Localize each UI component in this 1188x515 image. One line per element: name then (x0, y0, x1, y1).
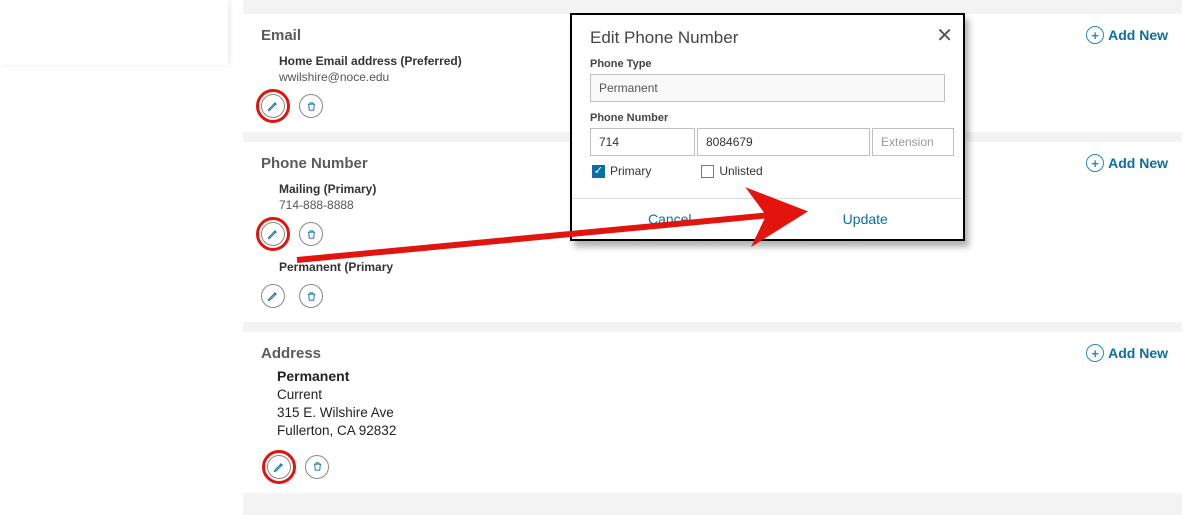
edit-phone-1-button[interactable] (261, 222, 285, 246)
edit-email-button[interactable] (261, 94, 285, 118)
trash-icon (312, 460, 323, 473)
add-new-label: Add New (1108, 345, 1168, 361)
phone-area-input[interactable] (590, 128, 695, 156)
phone-type-label: Phone Type (590, 58, 945, 70)
unlisted-checkbox[interactable]: Unlisted (701, 164, 762, 178)
address-line1: 315 E. Wilshire Ave (277, 404, 1164, 422)
cancel-button[interactable]: Cancel (572, 199, 768, 239)
phone-ext-input[interactable] (872, 128, 954, 156)
phone-header: Phone Number (261, 155, 368, 172)
address-label: Permanent (277, 368, 1164, 384)
update-button[interactable]: Update (768, 199, 964, 239)
edit-phone-2-button[interactable] (261, 284, 285, 308)
address-status: Current (277, 386, 1164, 404)
delete-address-button[interactable] (305, 455, 329, 479)
primary-label: Primary (610, 164, 651, 178)
checkbox-checked-icon: ✓ (592, 165, 605, 178)
phone-entry-2-title: Permanent (Primary (279, 260, 1164, 274)
delete-phone-1-button[interactable] (299, 222, 323, 246)
plus-icon: + (1086, 26, 1104, 44)
trash-icon (306, 100, 317, 113)
email-header: Email (261, 27, 301, 44)
pencil-icon (273, 461, 285, 473)
modal-close-button[interactable]: ✕ (936, 23, 953, 48)
plus-icon: + (1086, 154, 1104, 172)
checkbox-empty-icon (701, 165, 714, 178)
plus-icon: + (1086, 344, 1104, 362)
add-new-label: Add New (1108, 155, 1168, 171)
pencil-icon (267, 290, 279, 302)
trash-icon (306, 228, 317, 241)
phone-number-label: Phone Number (590, 112, 945, 124)
edit-phone-modal: ✕ Edit Phone Number Phone Type Phone Num… (570, 13, 965, 241)
pencil-icon (267, 228, 279, 240)
add-new-phone-button[interactable]: + Add New (1086, 154, 1168, 172)
address-header: Address (261, 345, 321, 362)
phone-entry-2: Permanent (Primary (243, 260, 1182, 280)
trash-icon (306, 290, 317, 303)
unlisted-label: Unlisted (719, 164, 762, 178)
address-line2: Fullerton, CA 92832 (277, 422, 1164, 440)
edit-address-button[interactable] (267, 455, 291, 479)
phone-number-input[interactable] (697, 128, 870, 156)
delete-email-button[interactable] (299, 94, 323, 118)
address-entry: Permanent Current 315 E. Wilshire Ave Fu… (243, 368, 1182, 445)
primary-checkbox[interactable]: ✓ Primary (592, 164, 651, 178)
add-new-address-button[interactable]: + Add New (1086, 344, 1168, 362)
delete-phone-2-button[interactable] (299, 284, 323, 308)
left-sidebar-fragment (0, 0, 228, 65)
add-new-label: Add New (1108, 27, 1168, 43)
address-panel: Address + Add New Permanent Current 315 … (243, 332, 1182, 493)
phone-type-input[interactable] (590, 74, 945, 102)
add-new-email-button[interactable]: + Add New (1086, 26, 1168, 44)
pencil-icon (267, 100, 279, 112)
modal-title: Edit Phone Number (590, 28, 945, 48)
